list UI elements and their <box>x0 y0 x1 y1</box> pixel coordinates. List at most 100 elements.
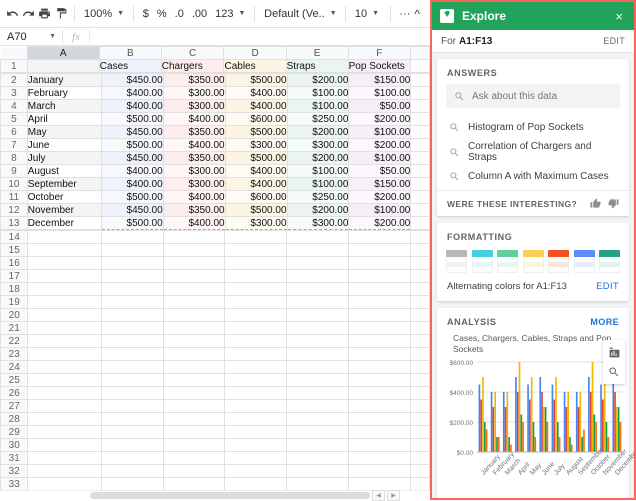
range-edit-button[interactable]: EDIT <box>603 36 625 46</box>
close-icon[interactable]: × <box>612 8 626 25</box>
undo-icon[interactable] <box>4 3 20 25</box>
cell-B9[interactable]: $400.00 <box>100 164 164 178</box>
cell-A15[interactable] <box>27 243 102 257</box>
cell-C3[interactable]: $300.00 <box>162 86 226 100</box>
cell-C2[interactable]: $350.00 <box>162 73 226 87</box>
cell-C14[interactable] <box>162 230 226 244</box>
cell-A5[interactable]: April <box>26 112 102 126</box>
cell-B3[interactable]: $400.00 <box>100 86 164 100</box>
row-header-12[interactable]: 12 <box>0 203 28 217</box>
cell-B25[interactable] <box>100 373 164 387</box>
suggestion-item-0[interactable]: Histogram of Pop Sockets <box>437 118 629 137</box>
cell-G11[interactable] <box>410 190 430 204</box>
cell-A19[interactable] <box>27 295 102 309</box>
cell-A21[interactable] <box>27 321 102 335</box>
cell-E32[interactable] <box>286 464 349 478</box>
cell-B12[interactable]: $450.00 <box>100 203 164 217</box>
formula-input[interactable] <box>88 30 430 43</box>
cell-C21[interactable] <box>162 321 226 335</box>
sheet-nav-prev[interactable]: ◀ <box>372 490 385 501</box>
cell-G18[interactable] <box>409 282 430 296</box>
cell-A32[interactable] <box>27 464 102 478</box>
row-header-3[interactable]: 3 <box>0 86 28 100</box>
row-header-9[interactable]: 9 <box>0 164 28 178</box>
currency-format-button[interactable]: $ <box>139 3 153 25</box>
color-swatch-0[interactable] <box>446 250 467 273</box>
cell-B27[interactable] <box>100 399 164 413</box>
cell-G24[interactable] <box>409 360 430 374</box>
cell-A3[interactable]: February <box>26 86 102 100</box>
row-header-20[interactable]: 20 <box>0 308 29 322</box>
cell-E8[interactable]: $200.00 <box>286 151 350 165</box>
cell-E7[interactable]: $300.00 <box>286 138 350 152</box>
row-header-30[interactable]: 30 <box>0 438 29 452</box>
cell-D11[interactable]: $600.00 <box>224 190 288 204</box>
collapse-toolbar-icon[interactable]: ^ <box>414 7 426 21</box>
cell-B18[interactable] <box>100 282 164 296</box>
cell-G31[interactable] <box>409 451 430 465</box>
cell-B31[interactable] <box>100 451 164 465</box>
cell-A9[interactable]: August <box>26 164 102 178</box>
thumbs-down-icon[interactable] <box>608 198 619 209</box>
color-swatch-3[interactable] <box>522 250 544 273</box>
cell-C13[interactable]: $400.00 <box>162 216 226 230</box>
row-header-18[interactable]: 18 <box>0 282 29 296</box>
cell-F12[interactable]: $100.00 <box>348 203 412 217</box>
print-icon[interactable] <box>37 3 53 25</box>
cell-D15[interactable] <box>224 243 288 257</box>
cell-A29[interactable] <box>27 425 102 439</box>
cell-D8[interactable]: $500.00 <box>224 151 288 165</box>
cell-F19[interactable] <box>347 295 411 309</box>
chart-container[interactable]: $0.00 $200.00 $400.00 $600.00 <box>441 340 625 464</box>
cell-B26[interactable] <box>100 386 164 400</box>
cell-E14[interactable] <box>286 230 349 244</box>
cell-D13[interactable]: $300.00 <box>224 216 288 230</box>
cell-D32[interactable] <box>224 464 288 478</box>
cell-D3[interactable]: $400.00 <box>224 86 288 100</box>
cell-E6[interactable]: $200.00 <box>286 125 350 139</box>
cell-F22[interactable] <box>347 334 411 348</box>
cell-A13[interactable]: December <box>26 216 102 230</box>
row-header-4[interactable]: 4 <box>0 99 28 113</box>
row-header-16[interactable]: 16 <box>0 256 29 270</box>
cell-D9[interactable]: $400.00 <box>224 164 288 178</box>
cell-G13[interactable] <box>410 216 430 230</box>
cell-G12[interactable] <box>410 203 430 217</box>
cell-C22[interactable] <box>162 334 226 348</box>
cell-G21[interactable] <box>409 321 430 335</box>
row-header-23[interactable]: 23 <box>0 347 29 361</box>
decrease-decimal-button[interactable]: .0 <box>171 3 188 25</box>
cell-B13[interactable]: $500.00 <box>100 216 164 230</box>
column-header-g[interactable] <box>410 46 430 60</box>
color-swatch-5[interactable] <box>573 250 595 273</box>
cell-F3[interactable]: $100.00 <box>348 86 412 100</box>
cell-B17[interactable] <box>100 269 164 283</box>
cell-E29[interactable] <box>286 425 349 439</box>
cell-F18[interactable] <box>347 282 411 296</box>
cell-E24[interactable] <box>286 360 349 374</box>
cell-E27[interactable] <box>286 399 349 413</box>
cell-A10[interactable]: September <box>26 177 102 191</box>
row-header-5[interactable]: 5 <box>0 112 28 126</box>
cell-A28[interactable] <box>27 412 102 426</box>
cell-A18[interactable] <box>27 282 102 296</box>
cell-F16[interactable] <box>347 256 411 270</box>
cell-A12[interactable]: November <box>26 203 102 217</box>
row-header-26[interactable]: 26 <box>0 386 29 400</box>
cell-A27[interactable] <box>27 399 102 413</box>
cell-C19[interactable] <box>162 295 226 309</box>
cell-E18[interactable] <box>286 282 349 296</box>
cell-F8[interactable]: $100.00 <box>348 151 412 165</box>
cell-D30[interactable] <box>224 438 288 452</box>
cell-B29[interactable] <box>100 425 164 439</box>
cell-B33[interactable] <box>100 477 164 490</box>
column-header-b[interactable]: B <box>98 46 162 60</box>
cell-C9[interactable]: $300.00 <box>162 164 226 178</box>
cell-F21[interactable] <box>347 321 411 335</box>
color-swatch-6[interactable] <box>599 250 620 273</box>
cell-E15[interactable] <box>286 243 349 257</box>
cell-B11[interactable]: $500.00 <box>100 190 164 204</box>
cell-F6[interactable]: $100.00 <box>348 125 412 139</box>
row-header-15[interactable]: 15 <box>0 243 29 257</box>
cell-G32[interactable] <box>409 464 430 478</box>
